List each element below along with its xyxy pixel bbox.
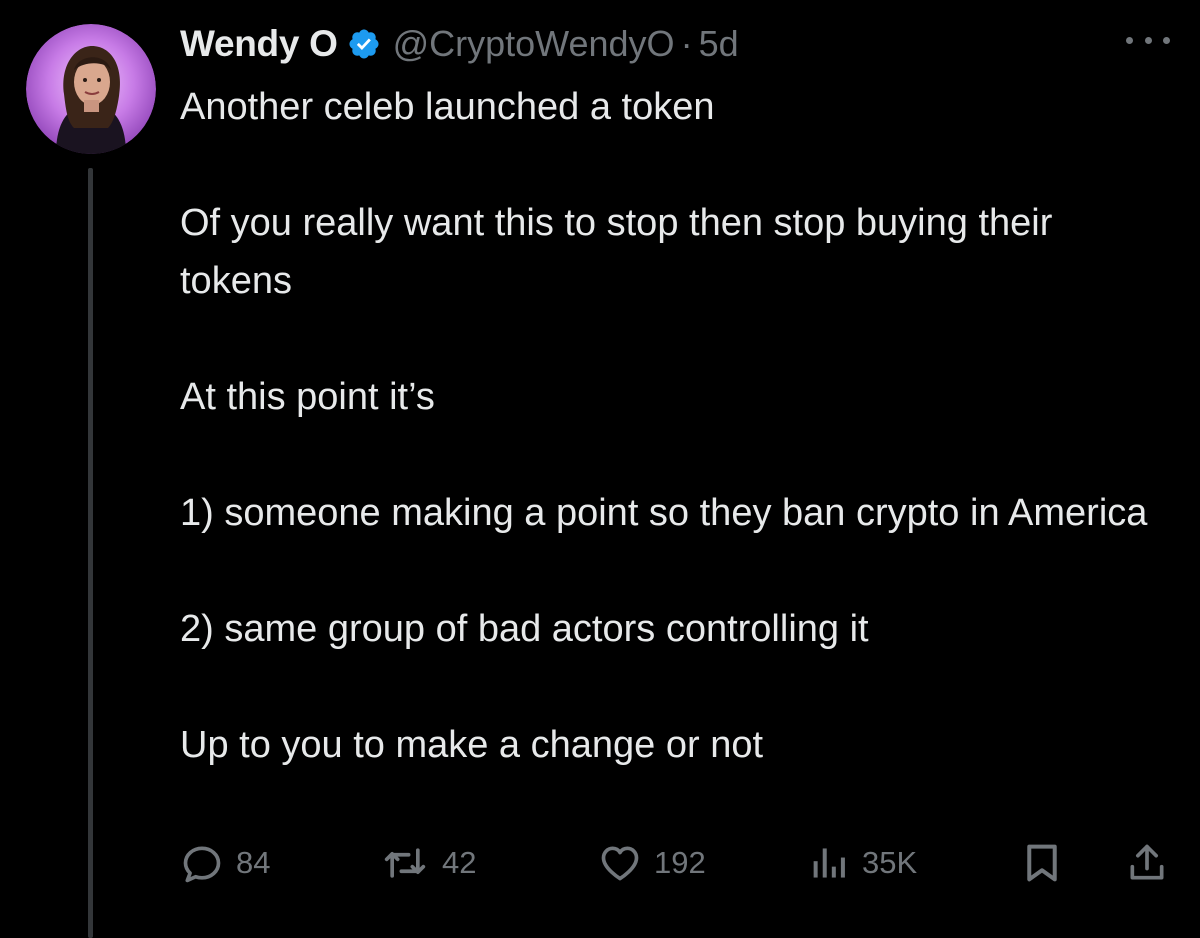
reply-count: 84 (236, 845, 271, 880)
views-icon (810, 841, 850, 885)
repost-count: 42 (442, 845, 477, 880)
tweet-paragraph: 2) same group of bad actors controlling … (180, 608, 869, 650)
tweet-body: Another celeb launched a token Of you re… (180, 78, 1170, 774)
heart-icon (598, 841, 642, 885)
avatar-image (26, 24, 156, 154)
tweet-paragraph: Another celeb launched a token (180, 86, 715, 128)
bookmark-icon (1022, 841, 1062, 885)
tweet-paragraph: At this point it’s (180, 376, 435, 418)
bookmark-button[interactable] (1022, 838, 1062, 888)
share-button[interactable] (1125, 838, 1169, 888)
more-icon[interactable] (1126, 30, 1170, 50)
more-dot (1126, 36, 1133, 44)
more-dot (1144, 36, 1152, 44)
tweet-actions-bar: 84 42 192 35K (180, 838, 1170, 888)
like-count: 192 (654, 845, 706, 880)
views-count: 35K (862, 845, 918, 880)
time-separator: · (680, 23, 693, 64)
avatar[interactable] (26, 24, 156, 154)
views-button[interactable]: 35K (810, 838, 917, 888)
tweet-paragraph: Of you really want this to stop then sto… (180, 202, 1053, 302)
reply-icon (180, 841, 224, 885)
tweet-timestamp[interactable]: 5d (699, 23, 739, 65)
repost-button[interactable]: 42 (380, 838, 476, 888)
author-display-name[interactable]: Wendy O (180, 23, 338, 65)
share-icon (1125, 841, 1169, 885)
author-handle[interactable]: @CryptoWendyO (393, 23, 675, 65)
tweet-paragraph: 1) someone making a point so they ban cr… (180, 492, 1148, 534)
like-button[interactable]: 192 (598, 838, 706, 888)
thread-connector-line (88, 168, 93, 938)
repost-icon (380, 841, 430, 885)
more-dot (1163, 36, 1170, 44)
reply-button[interactable]: 84 (180, 838, 270, 888)
tweet-paragraph: Up to you to make a change or not (180, 724, 764, 766)
verified-badge-icon[interactable] (347, 27, 381, 61)
tweet-header: Wendy O @CryptoWendyO · 5d (180, 18, 739, 70)
